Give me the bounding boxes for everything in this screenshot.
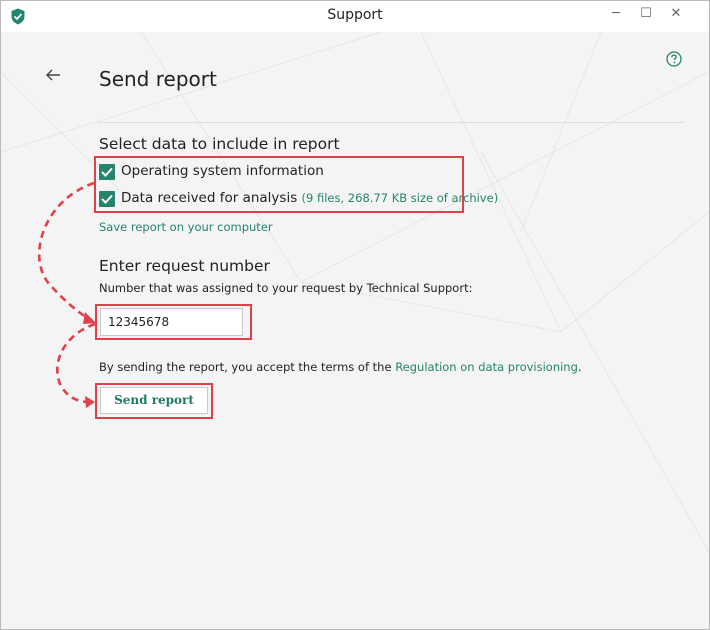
analysis-data-label-wrap: Data received for analysis (9 files, 268… [121, 190, 498, 206]
analysis-data-label: Data received for analysis [121, 190, 298, 206]
os-info-checkbox[interactable] [99, 164, 115, 180]
checkmark-icon [101, 194, 113, 204]
terms-suffix: . [577, 360, 582, 374]
data-section-title: Select data to include in report [99, 135, 340, 153]
header-divider [99, 122, 685, 123]
send-report-button[interactable]: Send report [100, 387, 208, 414]
regulation-link[interactable]: Regulation on data provisioning [395, 360, 578, 374]
analysis-data-checkbox[interactable] [99, 191, 115, 207]
minimize-button[interactable]: ─ [605, 4, 627, 24]
request-section-title: Enter request number [99, 257, 270, 275]
support-window: Support ─ ☐ ✕ Send report Select data to… [0, 0, 710, 630]
os-info-label: Operating system information [121, 163, 324, 179]
request-number-hint: Number that was assigned to your request… [99, 281, 473, 295]
help-icon[interactable] [666, 51, 682, 67]
save-report-link[interactable]: Save report on your computer [99, 220, 273, 234]
page-title: Send report [99, 67, 217, 91]
maximize-button[interactable]: ☐ [635, 4, 657, 24]
close-button[interactable]: ✕ [665, 4, 687, 24]
title-bar: Support ─ ☐ ✕ [1, 1, 709, 32]
terms-prefix: By sending the report, you accept the te… [99, 360, 396, 374]
analysis-data-detail[interactable]: (9 files, 268.77 KB size of archive) [302, 191, 499, 205]
window-title: Support [327, 7, 383, 23]
checkmark-icon [101, 167, 113, 177]
terms-text: By sending the report, you accept the te… [99, 360, 582, 374]
back-arrow-icon[interactable] [44, 67, 62, 83]
request-number-input[interactable] [100, 308, 243, 336]
